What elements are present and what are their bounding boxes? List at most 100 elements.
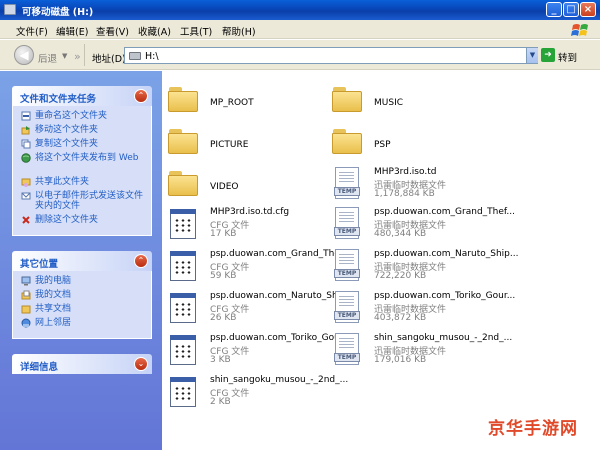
email-icon: [21, 192, 31, 200]
file-item[interactable]: TEMP psp.duowan.com_Naruto_Ship... 迅雷临时数…: [332, 249, 518, 291]
rename-icon: [21, 111, 31, 121]
maximize-button[interactable]: □: [563, 2, 579, 17]
menu-file[interactable]: 文件(F): [16, 24, 48, 38]
address-label: 地址(D): [92, 54, 126, 65]
menu-favorites[interactable]: 收藏(A): [138, 24, 171, 38]
window-title: 可移动磁盘 (H:): [22, 7, 94, 18]
title-bar[interactable]: 可移动磁盘 (H:) _ □ ×: [0, 0, 600, 20]
file-item[interactable]: TEMP psp.duowan.com_Grand_Thef... 迅雷临时数据…: [332, 207, 515, 249]
file-size: 59 KB: [210, 271, 237, 281]
folder-item[interactable]: PSP: [332, 125, 502, 167]
temp-file-icon: TEMP: [332, 333, 362, 367]
file-list: MP_ROOT MUSIC PICTURE PSP VIDEO TEMP MHP…: [162, 71, 600, 450]
cfg-file-icon: [168, 207, 198, 241]
tasks-panel: 重命名这个文件夹 移动这个文件夹 复制这个文件夹 将这个文件夹发布到 Web 共…: [12, 106, 152, 236]
task-pane: 文件和文件夹任务 ⌃ 重命名这个文件夹 移动这个文件夹 复制这个文件夹 将这个文…: [0, 71, 162, 450]
file-item[interactable]: TEMP psp.duowan.com_Toriko_Gour... 迅雷临时数…: [332, 291, 515, 333]
file-name: psp.duowan.com_Grand_Thef...: [374, 207, 516, 217]
windows-logo-icon: [571, 24, 588, 36]
menu-help[interactable]: 帮助(H): [222, 24, 256, 38]
file-item[interactable]: psp.duowan.com_Naruto_Ship... CFG 文件 26 …: [168, 291, 354, 333]
tasks-panel-title: 文件和文件夹任务: [20, 94, 97, 105]
shared-folder-icon: [21, 305, 31, 314]
file-size: 17 KB: [210, 229, 237, 239]
menu-view[interactable]: 查看(V): [96, 24, 129, 38]
network-icon: [21, 318, 31, 328]
close-button[interactable]: ×: [580, 2, 596, 17]
file-size: 1,178,884 KB: [374, 189, 435, 199]
file-name: psp.duowan.com_Naruto_Ship...: [374, 249, 519, 259]
copy-icon: [21, 139, 31, 149]
file-size: 403,872 KB: [374, 313, 427, 323]
file-size: 722,220 KB: [374, 271, 427, 281]
folder-icon: [168, 83, 200, 113]
go-arrow-icon[interactable]: ➜: [541, 48, 555, 62]
address-dropdown-icon[interactable]: ▼: [526, 48, 538, 63]
folder-icon: [332, 125, 364, 155]
folder-item[interactable]: VIDEO: [168, 167, 338, 209]
globe-icon: [21, 153, 31, 163]
file-name: MHP3rd.iso.td.cfg: [210, 207, 290, 217]
drive-icon: [129, 52, 141, 60]
folder-item[interactable]: PICTURE: [168, 125, 338, 167]
file-name: shin_sangoku_musou_-_2nd_...: [210, 375, 349, 385]
file-size: 480,344 KB: [374, 229, 427, 239]
file-size: 3 KB: [210, 355, 231, 365]
go-button[interactable]: 转到: [558, 50, 577, 64]
delete-icon: [22, 216, 30, 224]
file-name: MHP3rd.iso.td: [374, 167, 437, 177]
documents-icon: [21, 290, 31, 300]
cfg-file-icon: [168, 291, 198, 325]
file-name: shin_sangoku_musou_-_2nd_...: [374, 333, 513, 343]
toolbar: ◀ 后退 ▼ » 地址(D) H:\ ▼ ➜ 转到: [0, 40, 600, 70]
file-size: 2 KB: [210, 397, 231, 407]
folder-icon: [332, 83, 364, 113]
folder-item[interactable]: MUSIC: [332, 83, 502, 125]
file-name: MP_ROOT: [210, 98, 254, 108]
back-label[interactable]: 后退: [38, 51, 57, 65]
forward-icon[interactable]: »: [74, 50, 81, 63]
file-item[interactable]: psp.duowan.com_Grand_Thef... CFG 文件 59 K…: [168, 249, 351, 291]
temp-file-icon: TEMP: [332, 167, 362, 201]
file-item[interactable]: TEMP shin_sangoku_musou_-_2nd_... 迅雷临时数据…: [332, 333, 512, 375]
file-size: 26 KB: [210, 313, 237, 323]
file-size: 179,016 KB: [374, 355, 427, 365]
collapse-icon[interactable]: ⌃: [134, 89, 148, 103]
computer-icon: [21, 276, 31, 286]
details-panel-header[interactable]: 详细信息 ⌄: [12, 354, 152, 374]
file-item[interactable]: shin_sangoku_musou_-_2nd_... CFG 文件 2 KB: [168, 375, 348, 417]
address-input[interactable]: H:\: [124, 47, 538, 64]
file-name: psp.duowan.com_Toriko_Gour...: [210, 333, 352, 343]
expand-icon[interactable]: ⌄: [134, 357, 148, 371]
folder-icon: [168, 167, 200, 197]
file-item[interactable]: TEMP MHP3rd.iso.td 迅雷临时数据文件 1,178,884 KB: [332, 167, 502, 209]
minimize-button[interactable]: _: [546, 2, 562, 17]
toolbar-divider: [84, 44, 85, 66]
places-panel-title: 其它位置: [20, 259, 59, 270]
places-panel: 我的电脑 我的文档 共享文档 网上邻居: [12, 271, 152, 339]
places-panel-header[interactable]: 其它位置 ⌃: [12, 251, 152, 271]
move-icon: [21, 126, 30, 135]
back-dropdown-icon[interactable]: ▼: [62, 52, 67, 60]
file-name: psp.duowan.com_Toriko_Gour...: [374, 291, 516, 301]
file-name: PSP: [374, 140, 391, 150]
file-item[interactable]: MHP3rd.iso.td.cfg CFG 文件 17 KB: [168, 207, 338, 249]
tasks-panel-header[interactable]: 文件和文件夹任务 ⌃: [12, 86, 152, 106]
temp-file-icon: TEMP: [332, 249, 362, 283]
drive-icon: [4, 4, 16, 15]
address-value[interactable]: H:\: [145, 51, 159, 62]
menu-edit[interactable]: 编辑(E): [56, 24, 88, 38]
file-item[interactable]: psp.duowan.com_Toriko_Gour... CFG 文件 3 K…: [168, 333, 351, 375]
file-name: PICTURE: [210, 140, 249, 150]
cfg-file-icon: [168, 375, 198, 409]
menu-tools[interactable]: 工具(T): [180, 24, 212, 38]
collapse-icon[interactable]: ⌃: [134, 254, 148, 268]
cfg-file-icon: [168, 249, 198, 283]
file-name: psp.duowan.com_Grand_Thef...: [210, 249, 352, 259]
back-button[interactable]: ◀: [14, 45, 34, 65]
details-panel-title: 详细信息: [20, 362, 59, 373]
folder-item[interactable]: MP_ROOT: [168, 83, 338, 125]
folder-icon: [168, 125, 200, 155]
file-name: MUSIC: [374, 98, 404, 108]
cfg-file-icon: [168, 333, 198, 367]
